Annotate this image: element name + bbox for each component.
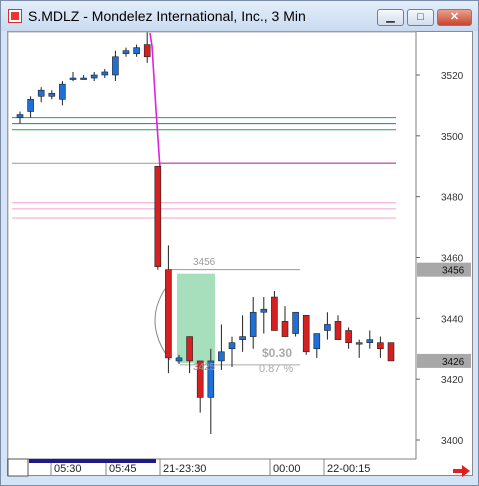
- scroll-right-arrow-icon[interactable]: [453, 465, 470, 477]
- profit-annotation: $0.30: [262, 346, 292, 360]
- horizontal-scrollbar[interactable]: [29, 459, 156, 463]
- candle-body: [334, 321, 342, 340]
- x-tick-label: 05:30: [54, 463, 82, 475]
- candle-body: [59, 83, 66, 100]
- y-tick-label: 3400: [441, 436, 464, 447]
- candle-body: [324, 324, 331, 331]
- y-tick-label: 3420: [441, 375, 464, 386]
- corner-box[interactable]: [7, 458, 29, 477]
- candle-body: [292, 311, 299, 334]
- candle-body: [281, 321, 289, 337]
- high-price-annotation: 3456: [193, 257, 216, 268]
- candle-body: [80, 77, 87, 80]
- y-tick-label: 3520: [441, 71, 464, 82]
- candle-body: [186, 336, 193, 362]
- candle-body: [37, 89, 45, 97]
- candle-body: [101, 71, 109, 76]
- candle-body: [313, 333, 321, 350]
- price-label: 3456: [442, 266, 465, 277]
- candle-body: [122, 50, 130, 55]
- low-price-annotation: 3425: [193, 362, 216, 373]
- candle-body: [355, 342, 363, 345]
- candle-body: [90, 74, 98, 79]
- candle-body: [154, 165, 162, 267]
- candle-body: [112, 56, 119, 76]
- candle-body: [27, 99, 34, 112]
- candle-body: [16, 114, 24, 118]
- y-tick-label: 3440: [441, 314, 464, 325]
- candle-body: [175, 357, 183, 362]
- x-tick-label: 00:00: [273, 463, 301, 475]
- candle-body: [387, 342, 395, 362]
- candlestick-chart[interactable]: 34563425$0.300.87 % 35203500348034603440…: [0, 0, 479, 486]
- candle-body: [239, 336, 246, 340]
- candle-body: [302, 314, 310, 353]
- price-label: 3426: [442, 357, 465, 368]
- y-tick-label: 3500: [441, 132, 464, 143]
- x-tick-label: 22-00:15: [327, 463, 370, 475]
- candle-body: [165, 269, 172, 359]
- candle-body: [366, 339, 374, 343]
- candle-body: [260, 308, 268, 313]
- candle-body: [345, 330, 352, 343]
- candle-body: [377, 342, 384, 350]
- x-tick-label: 21-23:30: [163, 463, 206, 475]
- candle-body: [228, 342, 236, 350]
- y-tick-label: 3480: [441, 193, 464, 204]
- percent-annotation: 0.87 %: [259, 363, 293, 375]
- candle-body: [218, 351, 225, 362]
- candle-body: [143, 44, 151, 58]
- candle-body: [133, 47, 140, 55]
- candle-body: [271, 296, 278, 331]
- candle-body: [48, 92, 56, 97]
- candle-body: [249, 311, 257, 337]
- trade-highlight-box: [177, 273, 215, 363]
- candle-body: [69, 77, 77, 80]
- x-tick-label: 05:45: [109, 463, 137, 475]
